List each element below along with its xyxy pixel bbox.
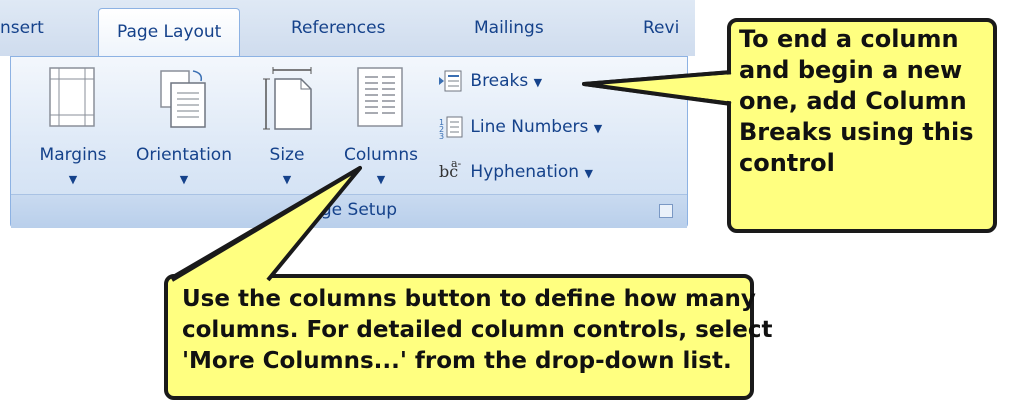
callout-pointer-join — [170, 70, 737, 282]
